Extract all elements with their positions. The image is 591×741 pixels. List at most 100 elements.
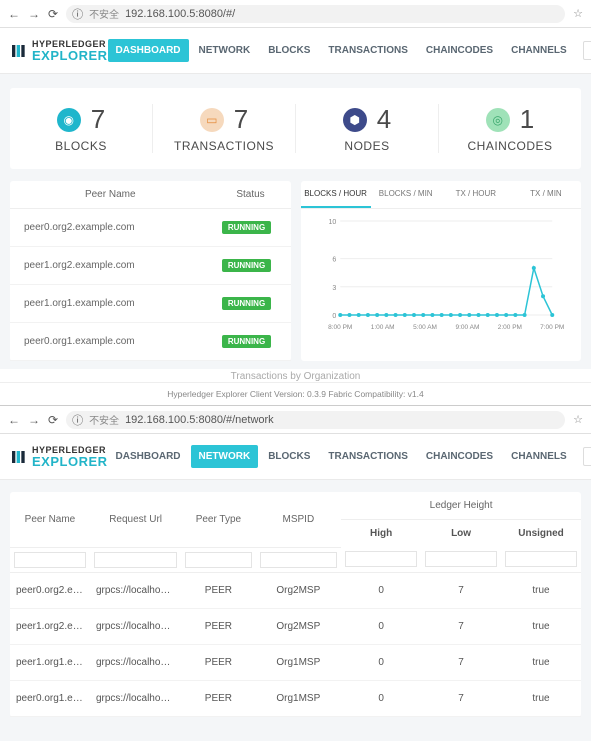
cell-peer: peer0.org1.exam… xyxy=(10,680,90,716)
reload-icon[interactable]: ⟳ xyxy=(48,413,58,427)
th-uns[interactable]: Unsigned xyxy=(501,520,581,548)
status-badge: RUNNING xyxy=(222,297,271,310)
forward-icon[interactable]: → xyxy=(28,413,40,427)
nav-transactions[interactable]: TRANSACTIONS xyxy=(320,39,415,62)
browser-bar-2: ← → ⟳ ⓘ 不安全 192.168.100.5:8080/#/network… xyxy=(0,406,591,434)
peer-name: peer0.org1.example.com xyxy=(24,336,217,347)
filter-uns[interactable] xyxy=(505,551,577,567)
peer-row[interactable]: peer0.org2.example.comRUNNING xyxy=(10,209,291,247)
nav-channels[interactable]: CHANNELS xyxy=(503,39,575,62)
peer-row[interactable]: peer1.org2.example.comRUNNING xyxy=(10,247,291,285)
cell-msp: Org2MSP xyxy=(256,608,342,644)
cell-req: grpcs://localhost… xyxy=(90,572,181,608)
filter-peer[interactable] xyxy=(14,552,86,568)
stats-cards: ◉ 7 BLOCKS ▭ 7 TRANSACTIONS ⬢ 4 NODES ◎ … xyxy=(10,88,581,169)
svg-text:5:00 AM: 5:00 AM xyxy=(413,324,437,331)
cell-type: PEER xyxy=(181,680,255,716)
channel-select[interactable]: mychannel xyxy=(583,447,591,466)
stat-cc-label: CHAINCODES xyxy=(467,139,552,153)
cell-high: 0 xyxy=(341,680,421,716)
stat-blocks-label: BLOCKS xyxy=(55,139,107,153)
cell-low: 7 xyxy=(421,572,501,608)
stat-tx-value: 7 xyxy=(234,104,248,135)
th-msp[interactable]: MSPID xyxy=(256,492,342,547)
filter-msp[interactable] xyxy=(260,552,338,568)
url-text: 192.168.100.5:8080/#/network xyxy=(125,414,274,426)
peers-panel: Peer Name Status peer0.org2.example.comR… xyxy=(10,181,291,361)
nav-channels[interactable]: CHANNELS xyxy=(503,445,575,468)
url-bar[interactable]: ⓘ 不安全 192.168.100.5:8080/#/ xyxy=(66,5,565,23)
blocks-hour-chart: 036108:00 PM1:00 AM5:00 AM9:00 AM2:00 PM… xyxy=(303,215,574,333)
svg-text:7:00 PM: 7:00 PM xyxy=(540,324,564,331)
nav-chaincodes[interactable]: CHAINCODES xyxy=(418,39,501,62)
logo[interactable]: HYPERLEDGER EXPLORER xyxy=(10,446,108,468)
peer-row[interactable]: peer1.org1.example.comRUNNING xyxy=(10,285,291,323)
stat-blocks[interactable]: ◉ 7 BLOCKS xyxy=(10,104,152,153)
tab-blocks-min[interactable]: BLOCKS / MIN xyxy=(371,181,441,208)
bookmark-icon[interactable]: ☆ xyxy=(573,413,583,426)
bookmark-icon[interactable]: ☆ xyxy=(573,7,583,20)
cell-uns: true xyxy=(501,572,581,608)
peer-name: peer0.org2.example.com xyxy=(24,222,217,233)
stat-nodes[interactable]: ⬢ 4 NODES xyxy=(295,104,438,153)
url-text: 192.168.100.5:8080/#/ xyxy=(125,8,235,20)
status-badge: RUNNING xyxy=(222,335,271,348)
svg-text:8:00 PM: 8:00 PM xyxy=(328,324,352,331)
table-row[interactable]: peer1.org2.exam…grpcs://localhost…PEEROr… xyxy=(10,608,581,644)
browser-bar-1: ← → ⟳ ⓘ 不安全 192.168.100.5:8080/#/ ☆ xyxy=(0,0,591,28)
stat-nodes-label: NODES xyxy=(344,139,389,153)
nav-blocks[interactable]: BLOCKS xyxy=(260,445,318,468)
nav-network[interactable]: NETWORK xyxy=(191,445,259,468)
tab-blocks-hour[interactable]: BLOCKS / HOUR xyxy=(301,181,371,208)
th-peer[interactable]: Peer Name xyxy=(10,492,90,547)
filter-high[interactable] xyxy=(345,551,417,567)
reload-icon[interactable]: ⟳ xyxy=(48,7,58,21)
url-bar[interactable]: ⓘ 不安全 192.168.100.5:8080/#/network xyxy=(66,411,565,429)
table-row[interactable]: peer1.org1.exam…grpcs://localhost…PEEROr… xyxy=(10,644,581,680)
th-high[interactable]: High xyxy=(341,520,421,548)
forward-icon[interactable]: → xyxy=(28,7,40,21)
table-row[interactable]: peer0.org1.exam…grpcs://localhost…PEEROr… xyxy=(10,680,581,716)
chaincodes-icon: ◎ xyxy=(486,108,510,132)
nav-transactions[interactable]: TRANSACTIONS xyxy=(320,445,415,468)
logo-icon xyxy=(10,449,26,465)
stat-nodes-value: 4 xyxy=(377,104,391,135)
nav-dashboard[interactable]: DASHBOARD xyxy=(108,445,189,468)
nav-dashboard[interactable]: DASHBOARD xyxy=(108,39,189,62)
svg-text:3: 3 xyxy=(332,285,336,292)
cell-type: PEER xyxy=(181,608,255,644)
network-table: Peer Name Request Url Peer Type MSPID Le… xyxy=(10,492,581,717)
peer-row[interactable]: peer0.org1.example.com RUNNING xyxy=(10,323,291,361)
cell-low: 7 xyxy=(421,680,501,716)
watermark xyxy=(0,729,591,741)
filter-low[interactable] xyxy=(425,551,497,567)
main-nav-1: DASHBOARD NETWORK BLOCKS TRANSACTIONS CH… xyxy=(108,39,591,62)
nav-blocks[interactable]: BLOCKS xyxy=(260,39,318,62)
stat-tx[interactable]: ▭ 7 TRANSACTIONS xyxy=(152,104,295,153)
filter-req[interactable] xyxy=(94,552,177,568)
logo[interactable]: HYPERLEDGER EXPLORER xyxy=(10,40,108,62)
tab-tx-hour[interactable]: TX / HOUR xyxy=(441,181,511,208)
th-type[interactable]: Peer Type xyxy=(181,492,255,547)
stat-cc-value: 1 xyxy=(520,104,534,135)
peers-header: Peer Name Status xyxy=(10,181,291,209)
stat-cc[interactable]: ◎ 1 CHAINCODES xyxy=(438,104,581,153)
channel-select[interactable]: mychannel xyxy=(583,41,591,60)
status-badge: RUNNING xyxy=(222,259,271,272)
cell-high: 0 xyxy=(341,572,421,608)
stat-blocks-value: 7 xyxy=(91,104,105,135)
cell-msp: Org1MSP xyxy=(256,644,342,680)
cell-peer: peer1.org2.exam… xyxy=(10,608,90,644)
filter-type[interactable] xyxy=(185,552,251,568)
nav-chaincodes[interactable]: CHAINCODES xyxy=(418,445,501,468)
th-req[interactable]: Request Url xyxy=(90,492,181,547)
blocks-icon: ◉ xyxy=(57,108,81,132)
back-icon[interactable]: ← xyxy=(8,413,20,427)
nav-network[interactable]: NETWORK xyxy=(191,39,259,62)
th-low[interactable]: Low xyxy=(421,520,501,548)
table-row[interactable]: peer0.org2.exam…grpcs://localhost…PEEROr… xyxy=(10,572,581,608)
back-icon[interactable]: ← xyxy=(8,7,20,21)
logo-text: HYPERLEDGER EXPLORER xyxy=(32,446,108,468)
cell-peer: peer1.org1.exam… xyxy=(10,644,90,680)
tab-tx-min[interactable]: TX / MIN xyxy=(511,181,581,208)
